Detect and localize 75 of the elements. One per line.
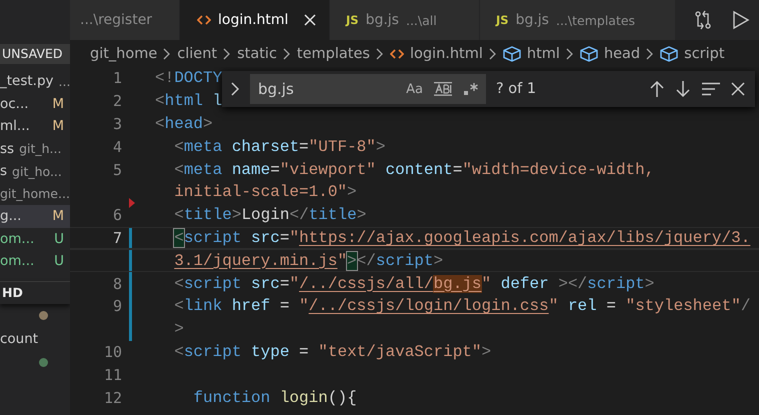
- chevron-icon: [646, 48, 654, 60]
- chevron-icon: [566, 48, 574, 60]
- close-icon[interactable]: [731, 82, 745, 96]
- code-line: >: [173, 320, 184, 338]
- line-number: 10: [102, 342, 122, 361]
- close-icon[interactable]: [303, 13, 318, 27]
- editor-tab[interactable]: JS bg.js ...\all: [330, 0, 480, 40]
- cube-icon: [660, 46, 678, 62]
- open-file-item[interactable]: ss git_h...: [0, 138, 70, 160]
- line-number: 9: [112, 297, 122, 316]
- breadcrumb-item[interactable]: static: [237, 46, 277, 62]
- line-number: 12: [102, 388, 122, 407]
- chevron-icon[interactable]: [230, 81, 240, 97]
- line-number: 6: [112, 206, 122, 224]
- editor-tab[interactable]: login.html: [180, 0, 330, 40]
- cube-icon: [580, 46, 598, 62]
- open-file-item[interactable]: count: [0, 328, 70, 350]
- line-number: 1: [112, 69, 122, 88]
- open-file-item[interactable]: g... M: [0, 205, 70, 228]
- code-line: <link href = "/../cssjs/login/login.css" rel = "stylesheet"/: [173, 297, 750, 316]
- code-line: 3.1/jquery.min.js"></script>: [173, 252, 444, 270]
- editor-tab[interactable]: ...\register: [70, 0, 180, 40]
- code-line: <script src="/../cssjs/all/bg.js" defer ></script>: [173, 274, 654, 293]
- open-file-item[interactable]: git_home...: [0, 182, 70, 205]
- chevron-icon: [223, 48, 232, 60]
- line-number: 3: [112, 114, 122, 133]
- open-file-item[interactable]: oc... M: [0, 92, 70, 115]
- breadcrumb-item[interactable]: git_home: [90, 46, 158, 62]
- code-line: <head>: [155, 114, 213, 133]
- line-number: 4: [112, 138, 122, 156]
- chevron-icon: [163, 48, 172, 60]
- breadcrumb-item[interactable]: head: [604, 46, 640, 62]
- find-input-field[interactable]: bg.js Aa: [250, 74, 486, 104]
- code-line: <script src="https://ajax.googleapis.com/ajax/libs/jquery/3.: [173, 228, 750, 247]
- chevron-icon: [488, 48, 497, 60]
- line-number: 11: [102, 366, 122, 384]
- section-header[interactable]: UNSAVED: [0, 44, 70, 64]
- cube-icon: [502, 46, 521, 62]
- js-file-icon: JS: [496, 13, 509, 27]
- code-line: <!DOCTY: [155, 69, 222, 88]
- match-case-toggle[interactable]: Aa: [403, 78, 426, 100]
- code-line: <title>Login</title>: [173, 206, 366, 224]
- line-number: 7: [112, 228, 122, 247]
- line-number: 8: [112, 274, 122, 293]
- chevron-icon: [282, 48, 291, 60]
- breadcrumb-item[interactable]: login.html: [410, 46, 483, 62]
- open-file-item[interactable]: om... U: [0, 228, 70, 250]
- arrow-up-icon[interactable]: [649, 80, 665, 98]
- chevron-icon: [376, 48, 384, 60]
- breadcrumb-item[interactable]: templates: [296, 46, 370, 62]
- open-file-item[interactable]: _test.py ...: [0, 70, 70, 92]
- compare-changes-icon[interactable]: [693, 10, 714, 30]
- breadcrumb-item[interactable]: html: [526, 46, 560, 62]
- code-line: function login(){: [192, 388, 357, 407]
- open-file-item[interactable]: s git_ho...: [0, 160, 70, 182]
- code-brackets-icon: [197, 14, 211, 26]
- open-file-item[interactable]: ml... M: [0, 115, 70, 138]
- code-line: <meta charset="UTF-8">: [173, 138, 386, 156]
- line-number: 5: [112, 160, 122, 179]
- code-line: <script type = "text/javaScript">: [173, 342, 492, 361]
- open-file-item[interactable]: om... U: [0, 250, 70, 272]
- editor-tab[interactable]: JS bg.js ...\templates: [480, 0, 676, 40]
- match-count: ? of 1: [496, 81, 536, 97]
- section-header[interactable]: HD: [0, 280, 70, 304]
- breadcrumb-item[interactable]: client: [177, 46, 218, 62]
- code-brackets-icon: [390, 48, 404, 60]
- js-file-icon: JS: [346, 13, 359, 27]
- breadcrumb-item[interactable]: script: [684, 46, 725, 62]
- find-in-selection-icon[interactable]: [701, 82, 721, 96]
- code-line: initial-scale=1.0">: [173, 183, 357, 202]
- code-line: <meta name="viewport" content="width=device-width,: [173, 160, 654, 179]
- arrow-down-icon[interactable]: [675, 80, 691, 98]
- run-icon[interactable]: [732, 10, 750, 30]
- line-number: 2: [112, 92, 122, 110]
- code-line: <html l: [155, 92, 222, 110]
